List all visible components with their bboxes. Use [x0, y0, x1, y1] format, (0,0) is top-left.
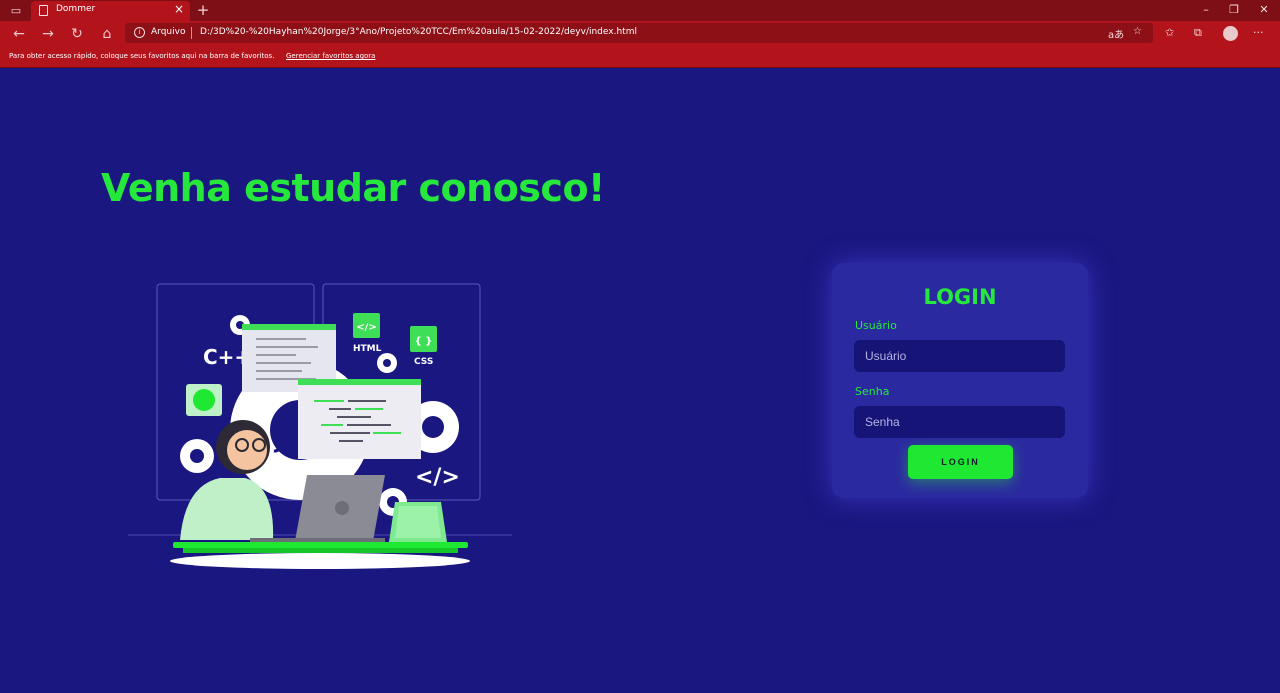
code-window-front — [298, 379, 421, 459]
minimize-icon[interactable]: – — [1192, 2, 1220, 18]
restore-icon[interactable]: ❐ — [1220, 2, 1248, 18]
refresh-icon[interactable]: ↻ — [65, 24, 89, 44]
tab-active[interactable]: Dommer × — [31, 1, 190, 21]
favorites-bar: Para obter acesso rápido, coloque seus f… — [0, 46, 1280, 68]
manage-favorites-link[interactable]: Gerenciar favoritos agora — [286, 52, 375, 60]
new-tab-icon[interactable]: + — [193, 2, 213, 19]
forward-icon[interactable]: → — [36, 24, 60, 44]
programmer-illustration: C++ </> HTML { } CSS JS </> — [128, 283, 512, 569]
css-label: CSS — [414, 357, 433, 367]
tablet-icon — [389, 502, 447, 542]
page-icon — [39, 5, 48, 16]
home-icon[interactable]: ⌂ — [95, 24, 119, 44]
favorites-icon[interactable]: ✩ — [1165, 26, 1174, 39]
login-title: LOGIN — [923, 285, 997, 309]
address-toolbar: ← → ↻ ⌂ i Arquivo D:/3D%20-%20Hayhan%20J… — [0, 21, 1280, 46]
back-icon[interactable]: ← — [7, 24, 31, 44]
favorites-message: Para obter acesso rápido, coloque seus f… — [9, 52, 275, 60]
password-label: Senha — [855, 385, 890, 398]
code-symbol-icon: </> — [415, 465, 460, 490]
window-close-icon[interactable]: ✕ — [1250, 2, 1278, 18]
tab-actions-icon[interactable]: ▭ — [6, 2, 26, 19]
address-bar[interactable]: i Arquivo D:/3D%20-%20Hayhan%20Jorge/3°A… — [125, 23, 1153, 43]
password-input[interactable] — [854, 406, 1065, 438]
html-badge-icon: </> — [356, 322, 376, 333]
read-aloud-icon[interactable]: aあ — [1108, 26, 1124, 41]
login-button[interactable]: LOGIN — [908, 445, 1013, 479]
js-label: JS — [273, 429, 297, 453]
favorite-star-icon[interactable]: ☆ — [1133, 26, 1142, 37]
profile-avatar[interactable] — [1223, 26, 1238, 41]
html-label: HTML — [353, 344, 382, 354]
tab-title: Dommer — [56, 4, 96, 14]
info-icon[interactable]: i — [134, 27, 145, 38]
username-label: Usuário — [855, 319, 897, 332]
tab-strip: ▭ Dommer × + – ❐ ✕ — [0, 0, 1280, 21]
tab-close-icon[interactable]: × — [174, 2, 184, 16]
page-headline: Venha estudar conosco! — [101, 166, 605, 210]
css-badge-icon: { } — [415, 336, 433, 347]
login-card: LOGIN Usuário Senha LOGIN — [832, 263, 1088, 498]
username-input[interactable] — [854, 340, 1065, 372]
address-prefix: Arquivo — [151, 27, 186, 37]
collections-icon[interactable]: ⧉ — [1194, 26, 1202, 40]
address-separator — [191, 27, 192, 39]
more-menu-icon[interactable]: ··· — [1253, 26, 1264, 39]
url-text[interactable]: D:/3D%20-%20Hayhan%20Jorge/3°Ano/Projeto… — [200, 27, 637, 37]
